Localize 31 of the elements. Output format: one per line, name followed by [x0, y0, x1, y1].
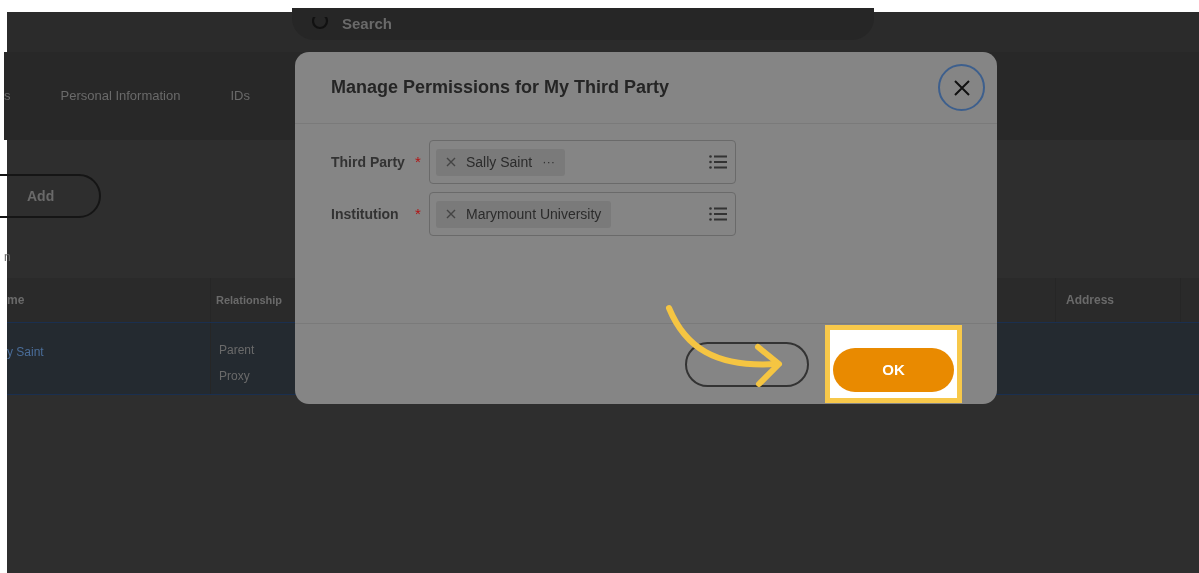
field-label: Third Party: [331, 152, 406, 172]
name-link[interactable]: y Saint: [7, 323, 210, 394]
value-chip[interactable]: Sally Saint ···: [436, 148, 566, 176]
add-button[interactable]: Add: [0, 174, 101, 218]
relationship-text: Proxy: [219, 368, 251, 385]
required-mark: *: [415, 203, 422, 224]
list-icon[interactable]: [709, 207, 727, 221]
remove-icon[interactable]: [446, 209, 456, 219]
relationship-text: Parent: [219, 342, 255, 359]
field-label: Institution: [331, 204, 400, 224]
tab[interactable]: IDs: [230, 52, 250, 140]
chip-text: Sally Saint: [466, 152, 533, 172]
close-button[interactable]: [938, 64, 985, 111]
remove-icon[interactable]: [446, 157, 456, 167]
more-icon[interactable]: ···: [542, 152, 556, 172]
search-field[interactable]: Search: [292, 8, 874, 40]
selector-field[interactable]: Sally Saint ···: [429, 140, 736, 184]
close-icon: [952, 78, 971, 97]
value-chip[interactable]: Marymount University: [436, 200, 612, 228]
section-label: n: [4, 250, 12, 264]
chip-text: Marymount University: [466, 204, 602, 224]
search-placeholder: Search: [342, 13, 393, 34]
selector-field[interactable]: Marymount University: [429, 192, 736, 236]
tab[interactable]: s: [4, 52, 11, 140]
column-header: me: [7, 292, 26, 309]
list-icon[interactable]: [709, 155, 727, 169]
required-mark: *: [415, 151, 422, 172]
pill-button[interactable]: [685, 341, 809, 387]
dialog-title: Manage Permissions for My Third Party: [331, 76, 670, 99]
ok-button[interactable]: OK: [833, 348, 954, 392]
tab[interactable]: Personal Information: [60, 52, 181, 140]
